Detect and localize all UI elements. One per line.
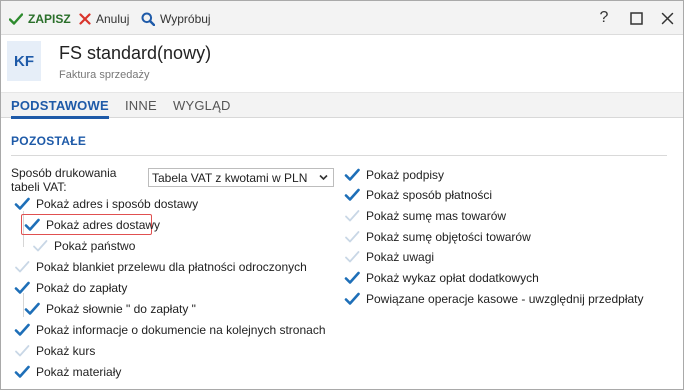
checkbox[interactable]: [344, 270, 360, 286]
print-method-label: Sposób drukowania tabeli VAT:: [11, 166, 117, 194]
save-button[interactable]: ZAPISZ: [9, 10, 71, 28]
checkmark-icon: [14, 365, 30, 378]
active-tab-indicator: [11, 116, 109, 119]
cancel-label: Anuluj: [96, 12, 130, 26]
option-show-materials[interactable]: Pokaż materiały: [14, 363, 121, 381]
option-label: Pokaż wykaz opłat dodatkowych: [366, 271, 539, 285]
tab-inne[interactable]: INNE: [125, 98, 157, 113]
checkmark-icon: [33, 240, 48, 252]
option-label: Pokaż sumę objętości towarów: [366, 230, 531, 244]
checkbox[interactable]: [14, 259, 30, 275]
checkmark-icon: [344, 168, 360, 181]
page-title: FS standard(nowy): [59, 43, 212, 63]
checkmark-icon: [14, 323, 30, 336]
checkbox[interactable]: [32, 238, 48, 254]
option-show-delivery-address[interactable]: Pokaż adres dostawy: [24, 216, 160, 234]
option-show-country[interactable]: Pokaż państwo: [32, 237, 135, 255]
close-window-button[interactable]: [658, 9, 676, 27]
section-title: POZOSTAŁE: [11, 134, 87, 148]
help-icon: ?: [599, 9, 609, 26]
option-label: Pokaż państwo: [54, 239, 136, 253]
checkmark-icon: [345, 210, 360, 222]
maximize-icon: [629, 11, 643, 25]
checkbox[interactable]: [24, 217, 40, 233]
maximize-button[interactable]: [627, 9, 645, 27]
option-show-amount-due[interactable]: Pokaż do zapłaty: [14, 279, 127, 297]
checkbox[interactable]: [14, 343, 30, 359]
option-label: Pokaż sumę mas towarów: [366, 209, 507, 223]
option-label: Powiązane operacje kasowe - uwzględnij p…: [366, 292, 644, 306]
page-subtitle: Faktura sprzedaży: [59, 69, 150, 81]
checkmark-icon: [15, 345, 30, 357]
checkmark-icon: [14, 197, 30, 210]
toolbar: ZAPISZ Anuluj Wypróbuj ?: [1, 1, 683, 35]
checkmark-icon: [345, 231, 360, 243]
checkmark-icon: [344, 188, 360, 201]
checkbox[interactable]: [14, 322, 30, 338]
checkmark-icon: [344, 271, 360, 284]
document-header: KF FS standard(nowy) Faktura sprzedaży: [1, 36, 683, 90]
tab-bar: PODSTAWOWE INNE WYGLĄD: [1, 92, 683, 119]
cancel-button[interactable]: Anuluj: [79, 10, 129, 28]
section-divider: [11, 155, 667, 156]
option-label: Pokaż adres i sposób dostawy: [36, 197, 199, 211]
document-definition-window: ZAPISZ Anuluj Wypróbuj ? KF FS standard(…: [0, 0, 684, 390]
checkbox[interactable]: [344, 249, 360, 265]
option-label: Pokaż informacje o dokumencie na kolejny…: [36, 323, 326, 337]
option-label: Pokaż słownie " do zapłaty ": [46, 302, 196, 316]
checkmark-icon: [14, 281, 30, 294]
option-related-cash-operations[interactable]: Powiązane operacje kasowe - uwzględnij p…: [344, 290, 644, 308]
try-label: Wypróbuj: [160, 12, 211, 26]
option-label: Pokaż blankiet przelewu dla płatności od…: [36, 260, 307, 274]
checkbox[interactable]: [14, 280, 30, 296]
try-button[interactable]: Wypróbuj: [141, 10, 211, 28]
checkmark-icon: [24, 218, 40, 231]
search-icon: [141, 12, 155, 26]
chevron-down-icon: [319, 174, 328, 181]
checkmark-icon: [24, 302, 40, 315]
tab-wyglad[interactable]: WYGLĄD: [173, 98, 231, 113]
option-label: Pokaż sposób płatności: [366, 188, 493, 202]
option-label: Pokaż do zapłaty: [36, 281, 128, 295]
option-show-document-info[interactable]: Pokaż informacje o dokumencie na kolejny…: [14, 321, 326, 339]
option-show-transfer-form[interactable]: Pokaż blankiet przelewu dla płatności od…: [14, 258, 307, 276]
print-method-select[interactable]: Tabela VAT z kwotami w PLN: [148, 168, 334, 187]
help-button[interactable]: ?: [595, 9, 613, 27]
checkmark-icon: [344, 292, 360, 305]
option-label: Pokaż materiały: [36, 365, 122, 379]
option-show-payment-method[interactable]: Pokaż sposób płatności: [344, 186, 492, 204]
checkmark-icon: [15, 261, 30, 273]
option-label: Pokaż kurs: [36, 344, 96, 358]
document-type-badge: KF: [7, 41, 41, 81]
option-label: Pokaż uwagi: [366, 250, 435, 264]
checkbox[interactable]: [344, 187, 360, 203]
option-show-delivery-address-and-method[interactable]: Pokaż adres i sposób dostawy: [14, 195, 198, 213]
checkbox[interactable]: [24, 301, 40, 317]
option-label: Pokaż adres dostawy: [46, 218, 161, 232]
option-show-total-volume[interactable]: Pokaż sumę objętości towarów: [344, 228, 531, 246]
option-show-signatures[interactable]: Pokaż podpisy: [344, 166, 444, 184]
checkmark-icon: [9, 13, 23, 25]
checkbox[interactable]: [344, 208, 360, 224]
print-method-value: Tabela VAT z kwotami w PLN: [152, 170, 308, 185]
option-show-total-mass[interactable]: Pokaż sumę mas towarów: [344, 207, 506, 225]
option-show-exchange-rate[interactable]: Pokaż kurs: [14, 342, 95, 360]
close-icon: [661, 12, 673, 24]
save-label: ZAPISZ: [28, 12, 71, 26]
checkbox[interactable]: [344, 291, 360, 307]
checkbox[interactable]: [344, 167, 360, 183]
option-label: Pokaż podpisy: [366, 168, 445, 182]
checkmark-icon: [345, 251, 360, 263]
option-show-additional-fees[interactable]: Pokaż wykaz opłat dodatkowych: [344, 269, 539, 287]
option-show-amount-in-words[interactable]: Pokaż słownie " do zapłaty ": [24, 300, 196, 318]
tab-podstawowe[interactable]: PODSTAWOWE: [11, 98, 109, 113]
option-show-notes[interactable]: Pokaż uwagi: [344, 248, 434, 266]
checkbox[interactable]: [14, 196, 30, 212]
close-icon: [79, 13, 91, 25]
checkbox[interactable]: [14, 364, 30, 380]
checkbox[interactable]: [344, 229, 360, 245]
